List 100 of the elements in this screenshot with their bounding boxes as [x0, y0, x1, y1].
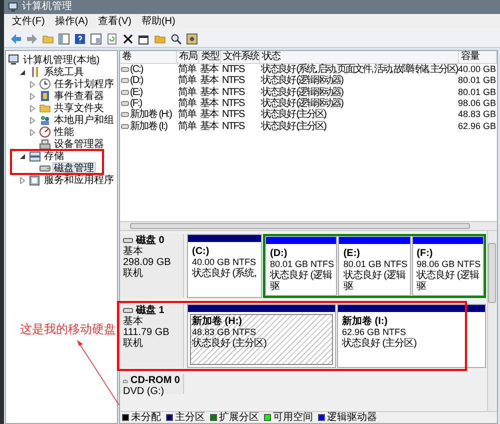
- partition-size: 40.00 GB NTFS: [192, 257, 257, 268]
- disk-label[interactable]: 磁盘 1 基本 111.79 GB 联机: [120, 304, 184, 368]
- table-cell: 状态良好 (逻辑驱动器): [261, 86, 342, 98]
- tree-item[interactable]: 本地用户和组: [53, 114, 115, 126]
- annotation-text: 这是我的移动硬盘: [20, 322, 116, 336]
- table-cell: 简单: [178, 64, 196, 76]
- folder-icon[interactable]: [154, 32, 166, 44]
- table-cell: (D:): [130, 75, 143, 86]
- table-cell: NTFS: [222, 98, 244, 110]
- partition-status: 状态良好 (逻辑驱: [343, 270, 406, 292]
- column-header[interactable]: 状态: [260, 51, 459, 63]
- partition-status: 状态良好 (逻辑驱: [416, 270, 479, 292]
- disk-status: 联机: [123, 338, 144, 349]
- partition-status: 状态良好 (主分区): [192, 338, 268, 349]
- tree-item[interactable]: 存储: [43, 150, 65, 162]
- disk-label[interactable]: 磁盘 0 基本 298.09 GB 联机: [120, 234, 184, 298]
- menu-item[interactable]: 文件(F): [12, 15, 45, 29]
- legend-label: 可用空间: [273, 412, 313, 423]
- properties-icon[interactable]: [138, 32, 150, 44]
- forward-icon[interactable]: [26, 32, 38, 44]
- table-cell: 基本: [200, 120, 218, 132]
- table-cell: 40.00 GB: [458, 64, 496, 76]
- printer-icon: [39, 138, 51, 150]
- table-cell: 状态良好 (系统, 启动, 页面文件, 活动, 故障转储, 主分区): [261, 64, 458, 76]
- table-cell: 62.96 GB: [458, 120, 496, 132]
- partition-name: (C:): [192, 246, 210, 257]
- delete-icon[interactable]: [122, 32, 134, 44]
- computer-icon: [8, 2, 18, 12]
- partition-name: 新加卷 (I:): [342, 316, 389, 327]
- folder-icon: [39, 102, 51, 114]
- table-cell: (E:): [130, 86, 142, 98]
- search-icon[interactable]: [170, 32, 182, 44]
- users-icon: [39, 114, 51, 126]
- tree-item[interactable]: 系统工具: [43, 66, 85, 78]
- table-cell: 新加卷 (I:): [130, 120, 167, 132]
- column-header[interactable]: 卷: [120, 51, 177, 63]
- tree-item[interactable]: 任务计划程序: [53, 78, 115, 90]
- partition-name: (F:): [416, 248, 434, 259]
- disk-size: 298.09 GB: [123, 257, 172, 268]
- partition-size: 98.06 GB NTFS: [416, 259, 479, 270]
- disk-type: 基本: [123, 316, 144, 327]
- window-icon: [29, 174, 41, 186]
- partition-name: (D:): [270, 248, 288, 259]
- tree-item[interactable]: 服务和应用程序: [43, 174, 115, 186]
- computer-icon: [8, 54, 20, 66]
- disk-type: DVD (G:): [123, 386, 166, 397]
- partition-size: 80.01 GB NTFS: [270, 259, 332, 270]
- legend-label: 扩展分区: [219, 412, 259, 423]
- expander-icon[interactable]: [19, 68, 26, 76]
- folder-icon[interactable]: [42, 32, 54, 44]
- disk-name: CD-ROM 0: [130, 375, 180, 386]
- tree-item[interactable]: 计算机管理(本地): [22, 54, 101, 66]
- legend-label: 逻辑驱动器: [327, 412, 377, 423]
- legend-label: 主分区: [175, 412, 205, 423]
- disk-label[interactable]: CD-ROM 0 DVD (G:): [120, 374, 184, 394]
- table-cell: NTFS: [222, 120, 244, 132]
- table-cell: 基本: [200, 109, 218, 120]
- tree-item[interactable]: 共享文件夹: [53, 102, 105, 114]
- table-cell: 基本: [200, 64, 218, 76]
- tree-item[interactable]: 磁盘管理: [53, 162, 95, 174]
- panel-icon[interactable]: [90, 32, 102, 44]
- menu-item[interactable]: 操作(A): [54, 15, 88, 29]
- panel-icon[interactable]: [58, 32, 70, 44]
- back-icon[interactable]: [10, 32, 22, 44]
- table-cell: NTFS: [222, 109, 244, 120]
- clock-icon: [39, 78, 51, 90]
- table-cell: 简单: [178, 98, 196, 110]
- table-cell: 基本: [200, 86, 218, 98]
- table-cell: (F:): [130, 98, 142, 110]
- table-cell: NTFS: [222, 64, 244, 76]
- vertical-scrollbar[interactable]: [487, 231, 497, 411]
- menu-item[interactable]: 帮助(H): [141, 15, 176, 29]
- annotation-arrow: [77, 340, 120, 406]
- column-header[interactable]: 类型: [199, 51, 221, 63]
- disk-type: 基本: [123, 246, 144, 257]
- table-cell: 基本: [200, 75, 218, 86]
- tree-item[interactable]: 性能: [53, 126, 75, 138]
- table-cell: 98.06 GB: [458, 98, 496, 110]
- table-cell: NTFS: [222, 86, 244, 98]
- disk-name: 磁盘 0: [136, 235, 164, 246]
- table-cell: 简单: [178, 109, 196, 120]
- help-icon[interactable]: [74, 32, 86, 44]
- expander-icon[interactable]: [19, 152, 26, 160]
- disk-name: 磁盘 1: [136, 305, 164, 316]
- partition-status: 状态良好 (逻辑驱: [270, 270, 332, 292]
- storage-icon: [29, 150, 41, 162]
- column-header[interactable]: 布局: [177, 51, 199, 63]
- tree-item[interactable]: 事件查看器: [53, 90, 105, 102]
- table-cell: 简单: [178, 120, 196, 132]
- partition-block[interactable]: 新加卷 (H:) 48.83 GB NTFS 状态良好 (主分区): [190, 314, 333, 365]
- table-cell: 状态良好 (主分区): [261, 109, 326, 120]
- partition-size: 80.01 GB NTFS: [343, 259, 406, 270]
- horizontal-scrollbar[interactable]: [120, 221, 497, 231]
- menu-item[interactable]: 查看(V): [98, 15, 132, 29]
- table-cell: NTFS: [222, 75, 244, 86]
- refresh-icon[interactable]: [106, 32, 118, 44]
- legend-label: 未分配: [131, 412, 161, 423]
- tree-item[interactable]: 设备管理器: [53, 138, 105, 150]
- window-title: 计算机管理: [22, 1, 72, 13]
- cd-drive-icon: [123, 376, 128, 384]
